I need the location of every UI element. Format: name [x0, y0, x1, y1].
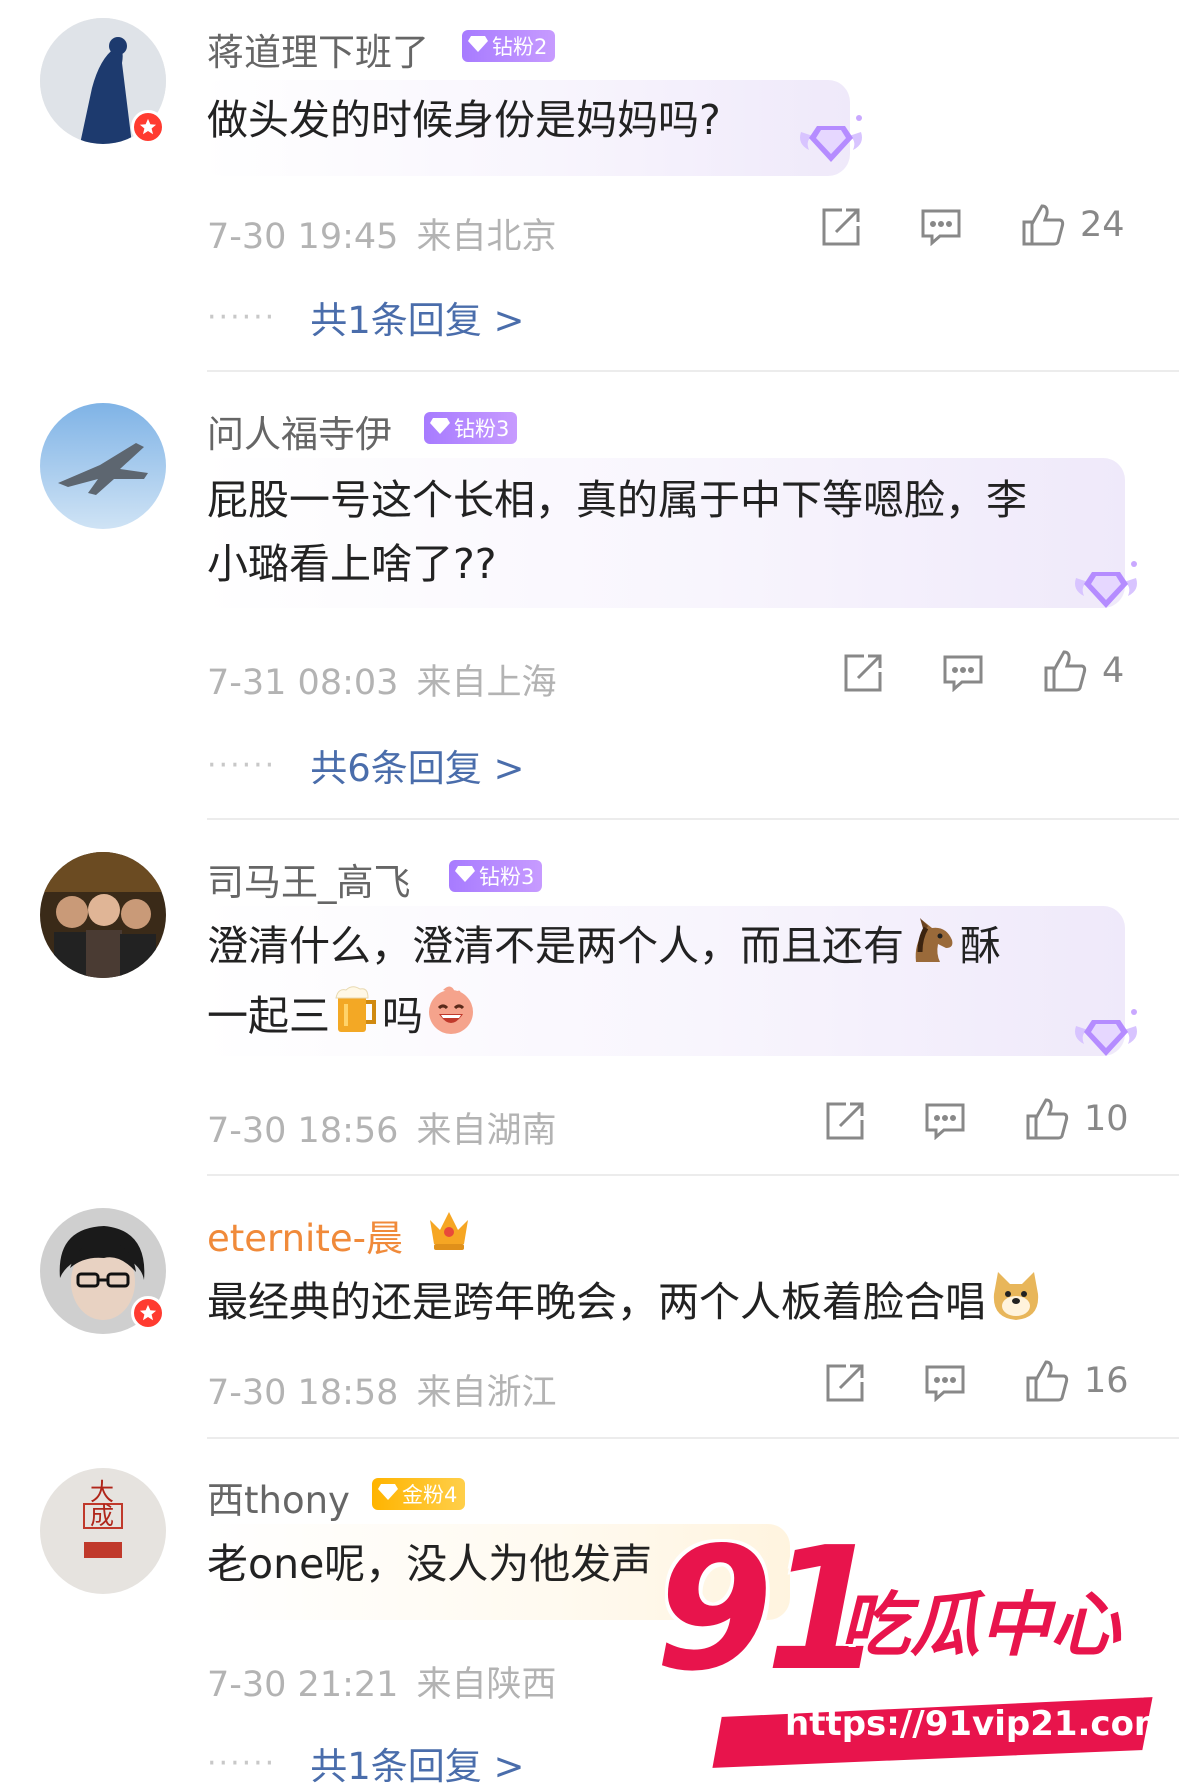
comment-text: 澄清什么，澄清不是两个人，而且还有 酥 一起三 吗 — [207, 914, 1001, 1054]
dots-decoration: ······ — [207, 747, 277, 783]
reply-summary[interactable]: ······ 共1条回复 > — [207, 290, 525, 344]
comment-meta: 7-30 18:58 来自浙江 — [207, 1364, 574, 1415]
dots-decoration: ······ — [207, 1745, 277, 1781]
beer-emoji-icon — [332, 984, 380, 1054]
comment-button[interactable] — [924, 1102, 966, 1140]
view-replies-link[interactable]: 共1条回复 > — [310, 290, 524, 344]
comment-text: 做头发的时候身份是妈妈吗? — [207, 96, 721, 144]
comment-icon — [925, 1365, 965, 1402]
gold-gem-icon — [378, 1482, 398, 1506]
repost-icon — [844, 654, 882, 692]
fan-badge: 钻粉3 — [424, 412, 518, 444]
repost-icon — [822, 208, 860, 246]
username[interactable]: 问人福寺伊 — [207, 404, 392, 458]
username[interactable]: eternite-晨 — [207, 1208, 403, 1262]
repost-button[interactable] — [824, 1100, 866, 1142]
repost-icon — [826, 1102, 864, 1140]
like-count: 24 — [1080, 205, 1125, 245]
verified-badge-icon — [131, 1296, 165, 1330]
doge-emoji-icon — [988, 1268, 1044, 1342]
diamond-decoration-icon — [795, 110, 867, 172]
comment-button[interactable] — [920, 208, 962, 246]
diamond-decoration-icon — [1070, 1004, 1142, 1066]
dots-decoration: ······ — [207, 299, 277, 335]
comment-meta: 7-30 21:21 来自陕西 — [207, 1656, 574, 1707]
reply-summary[interactable]: ······ 共1条回复 > — [207, 1736, 525, 1790]
verified-badge-icon — [131, 110, 165, 144]
repost-button[interactable] — [820, 206, 862, 248]
fan-badge-label: 钻粉2 — [492, 35, 548, 59]
comment-meta: 7-31 08:03 来自上海 — [207, 654, 574, 705]
watermark-url: https://91vip21.com — [785, 1704, 1170, 1744]
avatar-seal-text: 大成 — [90, 1478, 114, 1530]
fan-badge-label: 金粉4 — [402, 1483, 458, 1507]
comment-meta: 7-30 19:45 来自北京 — [207, 208, 574, 259]
username[interactable]: 司马王_高飞 — [207, 852, 411, 906]
thumbs-up-icon — [1044, 650, 1087, 692]
comment-text: 最经典的还是跨年晚会，两个人板着脸合唱 — [207, 1268, 1046, 1342]
watermark-title: 吃瓜中心 — [840, 1584, 1120, 1666]
thumbs-up-icon — [1026, 1360, 1069, 1402]
user-avatar[interactable] — [40, 403, 166, 529]
timestamp: 7-30 18:58 — [207, 1373, 399, 1413]
timestamp: 7-30 21:21 — [207, 1665, 399, 1705]
location: 来自浙江 — [416, 1373, 557, 1413]
divider — [207, 818, 1179, 820]
location: 来自湖南 — [416, 1111, 557, 1151]
comment-icon — [943, 655, 983, 692]
repost-button[interactable] — [842, 652, 884, 694]
diamond-decoration-icon — [1070, 556, 1142, 618]
crown-icon — [426, 1208, 472, 1256]
divider — [207, 1174, 1179, 1176]
fan-badge-label: 钻粉3 — [479, 865, 535, 889]
comment-meta: 7-30 18:56 来自湖南 — [207, 1102, 574, 1153]
horse-emoji-icon — [906, 914, 958, 984]
like-button[interactable]: 4 — [1042, 648, 1124, 694]
comment-icon — [921, 209, 961, 246]
divider — [207, 1437, 1179, 1439]
comment-text: 老one呢，没人为他发声 — [207, 1540, 653, 1588]
location: 来自上海 — [416, 663, 557, 703]
comment-icon — [925, 1103, 965, 1140]
diamond-icon — [430, 416, 450, 440]
comment-text: 屁股一号这个长相，真的属于中下等嗯脸，李 小璐看上啥了?? — [207, 476, 1027, 588]
username[interactable]: 蒋道理下班了 — [207, 22, 429, 76]
timestamp: 7-30 18:56 — [207, 1111, 399, 1151]
fan-badge-label: 钻粉3 — [454, 417, 510, 441]
like-count: 10 — [1084, 1099, 1129, 1139]
fan-badge: 钻粉2 — [462, 30, 556, 62]
timestamp: 7-31 08:03 — [207, 663, 399, 703]
reply-summary[interactable]: ······ 共6条回复 > — [207, 738, 525, 792]
fan-badge: 钻粉3 — [449, 860, 543, 892]
fan-badge: 金粉4 — [372, 1478, 466, 1510]
like-count: 16 — [1084, 1361, 1129, 1401]
like-button[interactable]: 10 — [1024, 1096, 1129, 1142]
view-replies-link[interactable]: 共1条回复 > — [310, 1736, 524, 1790]
comment-button[interactable] — [924, 1364, 966, 1402]
divider — [207, 370, 1179, 372]
site-watermark: 91 吃瓜中心 https://91vip21.com — [650, 1511, 1170, 1775]
like-button[interactable]: 16 — [1024, 1358, 1129, 1404]
timestamp: 7-30 19:45 — [207, 217, 399, 257]
user-avatar[interactable]: 大成 — [40, 1468, 166, 1594]
view-replies-link[interactable]: 共6条回复 > — [310, 738, 524, 792]
repost-icon — [826, 1364, 864, 1402]
thumbs-up-icon — [1022, 204, 1065, 246]
thumbs-up-icon — [1026, 1098, 1069, 1140]
user-avatar[interactable] — [40, 852, 166, 978]
repost-button[interactable] — [824, 1362, 866, 1404]
like-count: 4 — [1102, 651, 1125, 691]
comment-button[interactable] — [942, 654, 984, 692]
diamond-icon — [468, 34, 488, 58]
like-button[interactable]: 24 — [1020, 202, 1125, 248]
laughing-face-emoji-icon — [425, 984, 477, 1054]
location: 来自陕西 — [416, 1665, 557, 1705]
location: 来自北京 — [416, 217, 557, 257]
diamond-icon — [455, 864, 475, 888]
username[interactable]: 西thony — [207, 1470, 350, 1524]
